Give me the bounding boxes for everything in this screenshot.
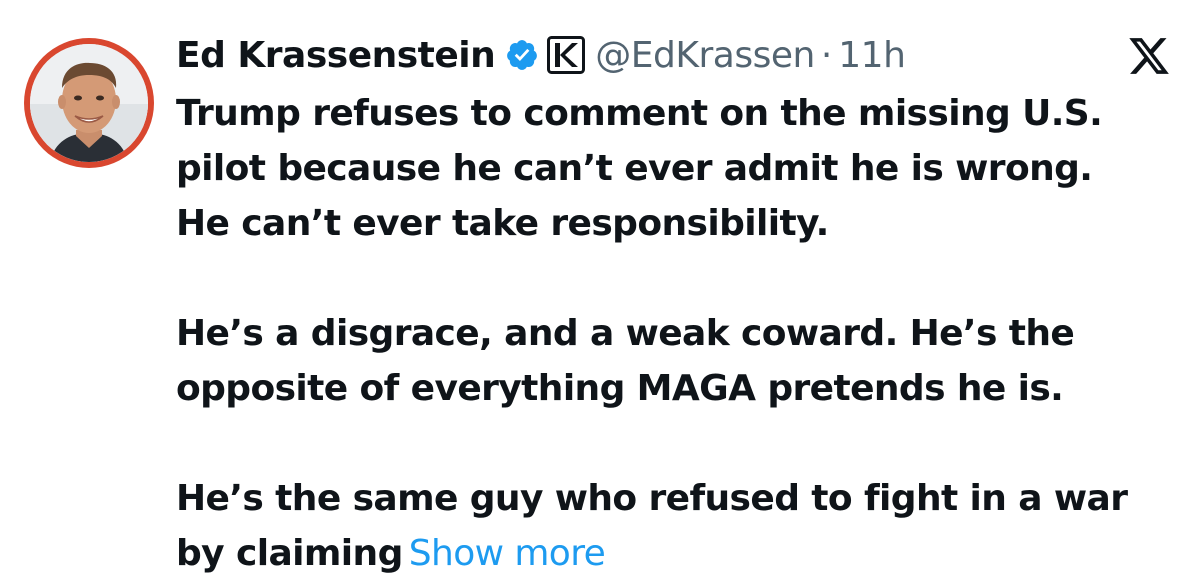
tweet-card: Ed Krassenstein @EdKrassen · 11h Trump r…: [0, 0, 1200, 585]
display-name[interactable]: Ed Krassenstein: [176, 35, 496, 76]
user-handle[interactable]: @EdKrassen: [595, 35, 815, 76]
tweet-text: Trump refuses to comment on the missing …: [176, 86, 1186, 581]
tweet-line-text: by claiming: [176, 533, 403, 574]
timestamp[interactable]: 11h: [838, 35, 906, 76]
tweet-line: He can’t ever take responsibility.: [176, 203, 829, 244]
avatar-face-icon: [30, 44, 148, 162]
show-more-link[interactable]: Show more: [409, 533, 606, 574]
avatar[interactable]: [24, 38, 154, 168]
verified-badge-icon: [505, 38, 539, 72]
tweet-line: Trump refuses to comment on the missing …: [176, 93, 1103, 134]
tweet-header: Ed Krassenstein @EdKrassen · 11h: [176, 30, 906, 80]
tweet-line: pilot because he can’t ever admit he is …: [176, 148, 1093, 189]
x-logo-icon[interactable]: [1126, 34, 1172, 78]
tweet-line-last: by claiming Show more: [176, 526, 1186, 581]
meta-separator: ·: [820, 34, 833, 76]
avatar-photo: [30, 44, 148, 162]
tweet-line: He’s a disgrace, and a weak coward. He’s…: [176, 313, 1075, 354]
tweet-line: He’s the same guy who refused to fight i…: [176, 478, 1128, 519]
affiliate-k-icon[interactable]: [547, 36, 586, 74]
tweet-line: opposite of everything MAGA pretends he …: [176, 368, 1064, 409]
